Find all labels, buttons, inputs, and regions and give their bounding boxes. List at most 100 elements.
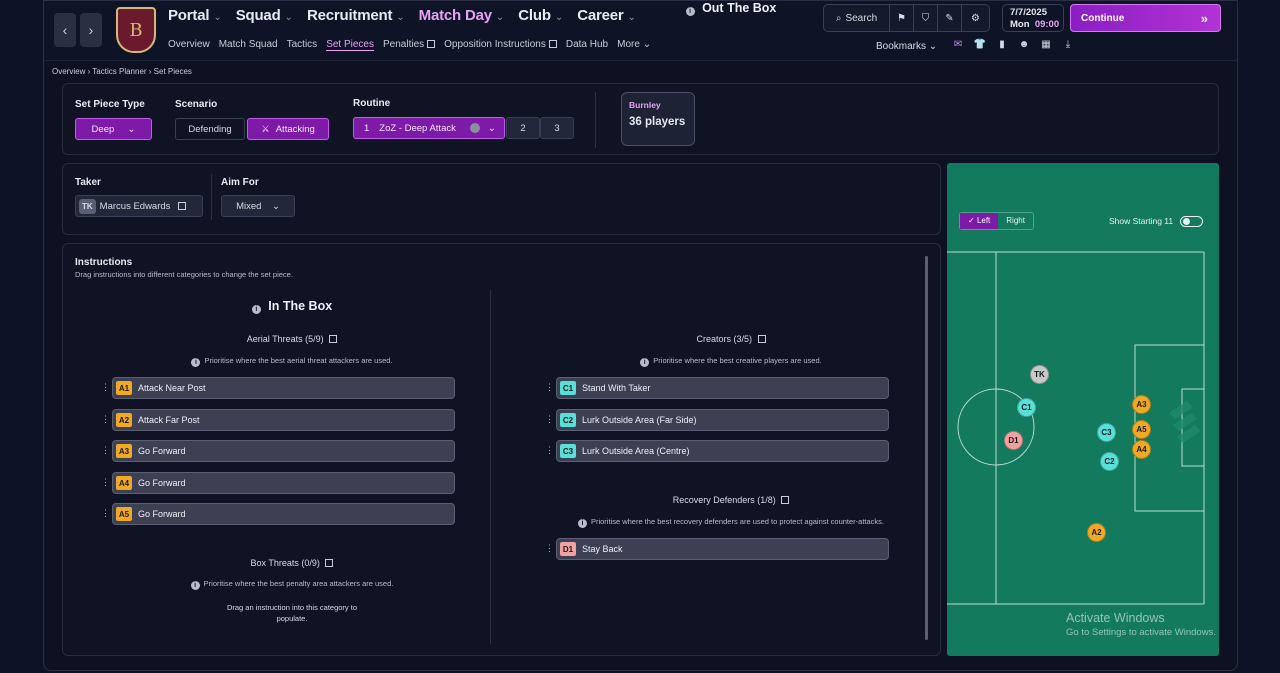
pitch-marker-d1[interactable]: D1 (1004, 431, 1023, 450)
pitch-marker-a2[interactable]: A2 (1087, 523, 1106, 542)
aim-for-dropdown[interactable]: Mixed ⌄ (221, 195, 295, 217)
subnav-more: More (617, 39, 640, 50)
routine-2-button[interactable]: 2 (506, 117, 540, 139)
scenario-attacking-button[interactable]: ⚔ Attacking (247, 118, 329, 140)
nav-label: Portal (168, 7, 210, 24)
nav-label: Recruitment (306, 7, 393, 24)
info-icon: i (251, 305, 261, 314)
routine-1-dropdown[interactable]: 1 ZoZ - Deep Attack ⌄ (353, 117, 505, 139)
nav-squad[interactable]: Squad ⌄ (236, 7, 293, 25)
taker-badge: TK (79, 198, 96, 214)
pitch-marker-a4[interactable]: A4 (1132, 440, 1151, 459)
box-threats-hint: i Prioritise where the best penalty area … (102, 579, 482, 590)
external-link-icon (427, 40, 436, 48)
box-threats-heading[interactable]: Box Threats (0/9) (102, 558, 482, 568)
chevron-down-icon: ⌄ (213, 12, 222, 23)
pitch-marker-c1[interactable]: C1 (1017, 398, 1036, 417)
taker-selector[interactable]: TK Marcus Edwards (75, 195, 203, 217)
pen-icon[interactable]: ✎ (938, 5, 962, 31)
row-label: Lurk Outside Area (Centre) (582, 446, 690, 456)
club-crest[interactable]: B (116, 7, 156, 53)
instruction-row-d1[interactable]: D1 Stay Back (556, 538, 889, 560)
tag-a5: A5 (116, 507, 132, 521)
creators-hint-text: Prioritise where the best creative playe… (653, 356, 822, 365)
pitch-panel: ✓ Left Right Show Starting 11 TK C1 D1 C… (947, 163, 1219, 656)
subnav-penalties: Penalties (383, 39, 425, 50)
subnav-more-wrap[interactable]: More ⌄ (617, 39, 651, 51)
subnav-penalties-wrap[interactable]: Penalties (383, 39, 436, 51)
info-icon: i (190, 581, 200, 590)
info-icon: i (577, 519, 587, 528)
breadcrumb[interactable]: Overview › Tactics Planner › Set Pieces (52, 67, 192, 76)
chevron-down-icon: ⌄ (495, 12, 505, 23)
date-time-display[interactable]: 7/7/2025 Mon 09:00 (1002, 4, 1064, 32)
pitch-marker-tk[interactable]: TK (1030, 365, 1049, 384)
instruction-row-a3[interactable]: A3 Go Forward (112, 440, 455, 462)
aerial-threats-heading[interactable]: Aerial Threats (5/9) (102, 334, 482, 344)
status-dot-icon (469, 123, 480, 133)
routine-3-button[interactable]: 3 (540, 117, 574, 139)
face-icon[interactable]: ☻ (1017, 39, 1031, 50)
column-divider (490, 290, 491, 644)
calendar-icon[interactable]: ▦ (1039, 39, 1053, 50)
scrollbar[interactable] (925, 256, 928, 640)
subnav-opposition-wrap[interactable]: Opposition Instructions (444, 39, 557, 51)
creators-heading[interactable]: Creators (3/5) (536, 334, 926, 344)
subnav-tactics[interactable]: Tactics (287, 39, 318, 51)
out-box-title: Out The Box (702, 1, 777, 15)
nav-portal[interactable]: Portal ⌄ (168, 7, 222, 25)
scenario-attacking-label: Attacking (275, 123, 315, 135)
info-icon: i (685, 7, 695, 16)
activate-windows-watermark: Activate Windows Go to Settings to activ… (1066, 611, 1216, 638)
pitch-marker-a5[interactable]: A5 (1132, 420, 1151, 439)
creators-hint: i Prioritise where the best creative play… (536, 356, 926, 367)
row-label: Go Forward (138, 509, 186, 519)
external-link-icon (548, 40, 557, 48)
subnav-data-hub[interactable]: Data Hub (566, 39, 608, 51)
club-summary-card: Burnley 36 players (621, 92, 695, 146)
chat-icon[interactable]: ✉ (951, 39, 965, 50)
bookmarks-label: Bookmarks (876, 41, 927, 52)
tag-c2: C2 (560, 413, 576, 427)
tag-a4: A4 (116, 476, 132, 490)
instruction-row-c1[interactable]: C1 Stand With Taker (556, 377, 889, 399)
empty-line-1: Drag an instruction into this category t… (226, 603, 358, 612)
instruction-row-a2[interactable]: A2 Attack Far Post (112, 409, 455, 431)
gear-icon[interactable]: ⚙ (962, 5, 989, 31)
aim-for-label: Aim For (221, 177, 259, 188)
subnav-overview[interactable]: Overview (168, 39, 210, 51)
continue-button[interactable]: Continue » (1070, 4, 1221, 32)
instructions-subtitle: Drag instructions into different categor… (75, 270, 293, 279)
set-piece-type-dropdown[interactable]: Deep ⌄ (75, 118, 152, 140)
pitch-marker-c3[interactable]: C3 (1097, 423, 1116, 442)
app-window: ‹ › B Portal ⌄ Squad ⌄ Recruitment ⌄ Match … (43, 0, 1238, 671)
watermark-line-1: Activate Windows (1066, 611, 1165, 625)
subnav-set-pieces[interactable]: Set Pieces (326, 39, 374, 51)
scenario-defending-button[interactable]: Defending (175, 118, 245, 140)
nav-recruitment[interactable]: Recruitment ⌄ (307, 7, 405, 25)
shirt-icon[interactable]: 👕 (973, 39, 987, 50)
pitch-marker-c2[interactable]: C2 (1100, 452, 1119, 471)
subnav-match-squad[interactable]: Match Squad (219, 39, 278, 51)
pitch-marker-a3[interactable]: A3 (1132, 395, 1151, 414)
recovery-title: Recovery Defenders (1/8) (672, 495, 776, 505)
divider (211, 174, 212, 220)
kit-icon[interactable]: ▮ (995, 39, 1009, 50)
in-box-title: In The Box (268, 299, 333, 313)
recovery-defenders-heading[interactable]: Recovery Defenders (1/8) (536, 495, 926, 505)
back-button[interactable]: ‹ (54, 13, 76, 47)
instruction-row-c2[interactable]: C2 Lurk Outside Area (Far Side) (556, 409, 889, 431)
download-icon[interactable]: ⤓ (1061, 39, 1075, 50)
bookmarks-dropdown[interactable]: Bookmarks ⌄ (876, 41, 937, 52)
chevron-down-icon: ⌄ (928, 41, 938, 52)
quick-icons: ✉ 👕 ▮ ☻ ▦ ⤓ (951, 39, 1075, 50)
nav-match-day[interactable]: Match Day ⌄ (419, 7, 505, 25)
box-hint-text: Prioritise where the best penalty area a… (203, 579, 394, 588)
instruction-row-a5[interactable]: A5 Go Forward (112, 503, 455, 525)
date-text: 7/7/2025 (1010, 7, 1047, 18)
instruction-row-a1[interactable]: A1 Attack Near Post (112, 377, 455, 399)
instruction-row-c3[interactable]: C3 Lurk Outside Area (Centre) (556, 440, 889, 462)
instruction-row-a4[interactable]: A4 Go Forward (112, 472, 455, 494)
forward-button[interactable]: › (80, 13, 102, 47)
row-label: Attack Far Post (138, 415, 200, 425)
